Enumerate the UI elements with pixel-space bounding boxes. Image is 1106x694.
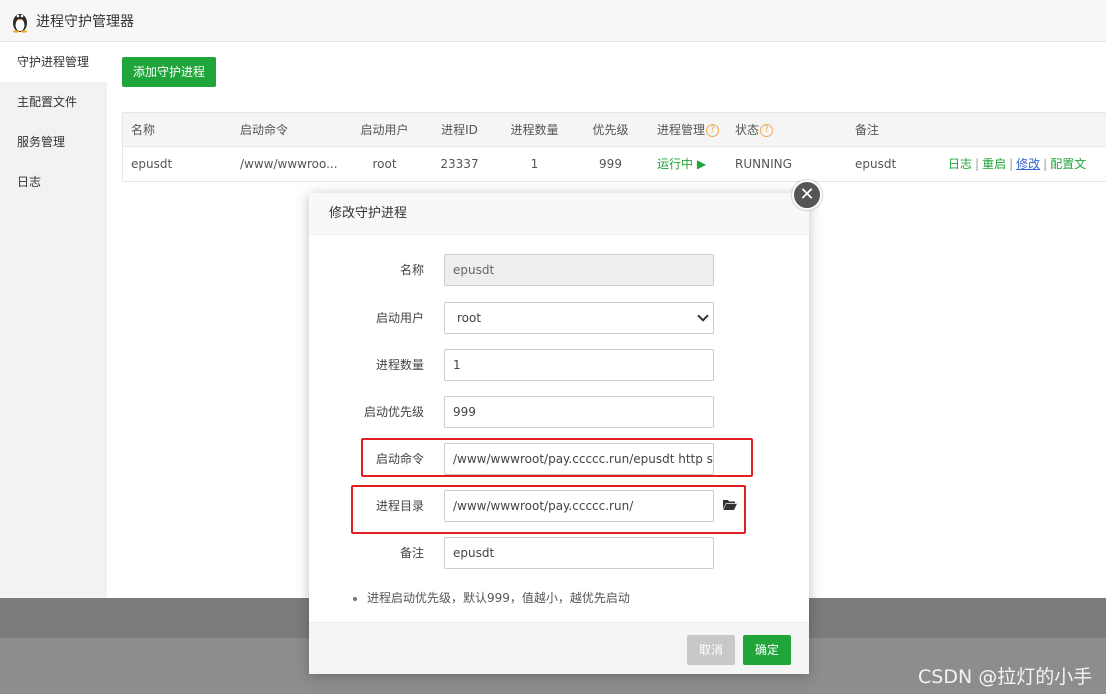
app-titlebar: 进程守护管理器 [0,0,1106,42]
sidebar: 守护进程管理 主配置文件 服务管理 日志 [0,42,107,598]
close-icon[interactable]: ✕ [792,180,822,210]
separator: | [975,157,979,171]
edit-daemon-dialog: 修改守护进程 名称 epusdt 启动用户 root 进程数量 1 启动优先级 … [309,193,809,674]
dialog-footer: 取消 确定 [309,622,809,674]
cell-manage-running[interactable]: 运行中 ▶ [649,147,727,181]
sidebar-item-logs[interactable]: 日志 [0,162,107,202]
help-icon[interactable]: ? [706,124,719,137]
col-name-header: 名称 [123,113,231,146]
cell-priority: 999 [572,147,649,181]
form-row-name: 名称 epusdt [309,254,809,286]
add-daemon-button[interactable]: 添加守护进程 [122,57,216,87]
confirm-button[interactable]: 确定 [743,635,791,665]
watermark-text: CSDN @拉灯的小手 [918,662,1092,689]
col-actions-header [948,113,1106,146]
name-field: epusdt [444,254,714,286]
col-user-header: 启动用户 [347,113,422,146]
sidebar-item-main-config[interactable]: 主配置文件 [0,82,107,122]
highlight-box-command [361,438,753,477]
cell-count: 1 [497,147,572,181]
cell-actions: 日志|重启|修改|配置文 [948,147,1106,181]
user-select-value: root [457,311,481,325]
user-label: 启动用户 [309,302,424,334]
count-field[interactable]: 1 [444,349,714,381]
name-label: 名称 [309,254,424,286]
cell-user: root [347,147,422,181]
col-priority-header: 优先级 [572,113,649,146]
priority-field[interactable]: 999 [444,396,714,428]
highlight-box-directory [351,485,746,534]
col-pid-header: 进程ID [422,113,497,146]
col-status-label: 状态 [735,123,759,137]
action-config-link[interactable]: 配置文 [1050,157,1086,171]
cell-pid: 23337 [422,147,497,181]
app-title: 进程守护管理器 [36,11,134,31]
form-row-count: 进程数量 1 [309,349,809,381]
action-log-link[interactable]: 日志 [948,157,972,171]
cell-name: epusdt [123,147,231,181]
action-edit-link[interactable]: 修改 [1016,157,1040,171]
col-manage-header: 进程管理? [649,113,727,146]
col-command-header: 启动命令 [231,113,347,146]
action-restart-link[interactable]: 重启 [982,157,1006,171]
user-select[interactable]: root [444,302,714,334]
linux-penguin-icon [10,9,30,33]
priority-tip: 进程启动优先级，默认999，值越小，越优先启动 [353,589,630,606]
priority-label: 启动优先级 [309,396,424,428]
sidebar-item-service-management[interactable]: 服务管理 [0,122,107,162]
col-manage-label: 进程管理 [657,123,705,137]
cell-status: RUNNING [727,147,849,181]
process-table: 名称 启动命令 启动用户 进程ID 进程数量 优先级 进程管理? 状态? 备注 … [122,112,1106,182]
col-remark-header: 备注 [849,113,948,146]
remark-label: 备注 [309,537,424,569]
cell-command: /www/wwwroo... [231,147,347,181]
help-icon[interactable]: ? [760,124,773,137]
bullet-dot [353,597,357,601]
separator: | [1043,157,1047,171]
count-label: 进程数量 [309,349,424,381]
separator: | [1009,157,1013,171]
cell-remark: epusdt [849,147,948,181]
priority-tip-text: 进程启动优先级，默认999，值越小，越优先启动 [367,591,630,605]
dialog-title: 修改守护进程 [309,193,809,235]
form-row-remark: 备注 epusdt [309,537,809,569]
remark-field[interactable]: epusdt [444,537,714,569]
chevron-down-icon [697,310,708,321]
col-count-header: 进程数量 [497,113,572,146]
cancel-button[interactable]: 取消 [687,635,735,665]
col-status-header: 状态? [727,113,849,146]
form-row-user: 启动用户 root [309,302,809,334]
sidebar-item-daemon-management[interactable]: 守护进程管理 [0,42,107,82]
table-header: 名称 启动命令 启动用户 进程ID 进程数量 优先级 进程管理? 状态? 备注 [123,113,1106,147]
table-row: epusdt /www/wwwroo... root 23337 1 999 运… [123,147,1106,181]
form-row-priority: 启动优先级 999 [309,396,809,428]
